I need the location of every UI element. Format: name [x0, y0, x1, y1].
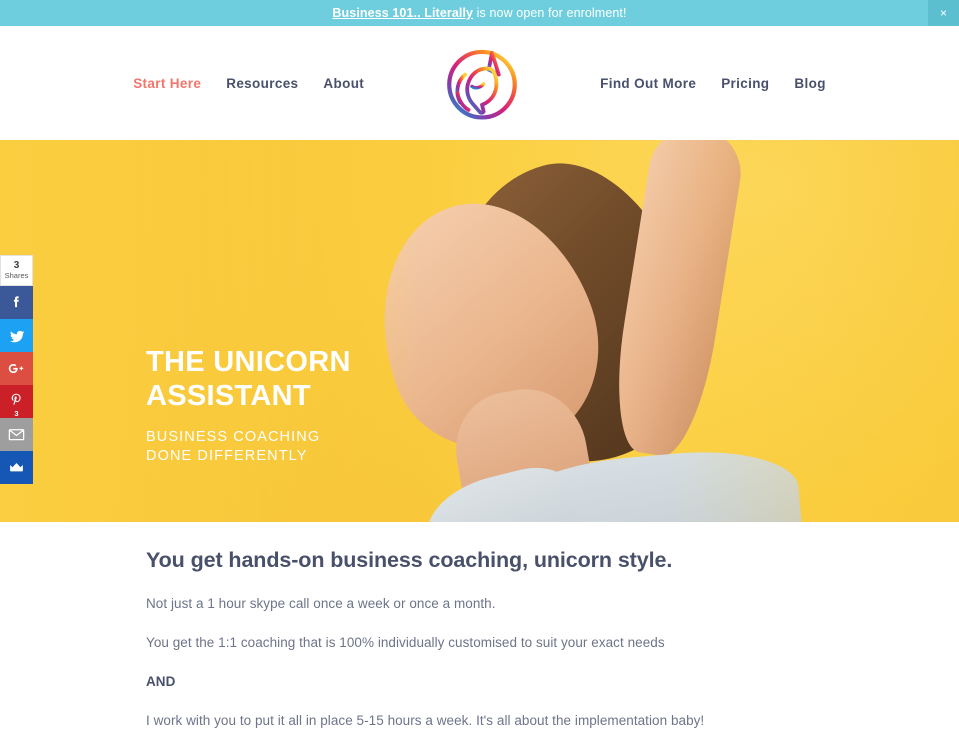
primary-nav-left: Start Here Resources About [133, 76, 364, 91]
share-button-twitter[interactable] [0, 319, 33, 352]
hero-section: THE UNICORN ASSISTANT BUSINESS COACHING … [0, 140, 959, 522]
nav-item-resources[interactable]: Resources [226, 76, 298, 91]
google-plus-icon [7, 359, 26, 378]
email-icon [7, 425, 26, 444]
hero-subtitle: BUSINESS COACHING DONE DIFFERENTLY [146, 428, 320, 467]
share-count-number: 3 [13, 260, 20, 272]
content-paragraph-4: I work with you to put it all in place 5… [146, 712, 705, 728]
crown-icon [8, 459, 25, 476]
page-root: Business 101.. Literally is now open for… [0, 0, 959, 734]
unicorn-logo[interactable] [439, 40, 525, 126]
share-count-label: Shares [4, 271, 29, 281]
hero-photo [0, 140, 959, 522]
pinterest-share-count: 3 [14, 408, 19, 418]
nav-item-about[interactable]: About [323, 76, 364, 91]
hero-subtitle-line-1: BUSINESS COACHING [146, 429, 321, 445]
content-paragraph-2: You get the 1:1 coaching that is 100% in… [146, 634, 665, 650]
share-button-facebook[interactable] [0, 286, 33, 319]
share-button-google-plus[interactable] [0, 352, 33, 385]
social-share-rail: 3 Shares 3 [0, 255, 33, 484]
hero-title: THE UNICORN ASSISTANT [146, 346, 351, 414]
twitter-icon [8, 327, 26, 345]
hero-overlay [0, 140, 959, 522]
nav-item-find-out-more[interactable]: Find Out More [600, 76, 696, 91]
main-content: You get hands-on business coaching, unic… [0, 522, 959, 734]
nav-item-pricing[interactable]: Pricing [721, 76, 769, 91]
announcement-bar: Business 101.. Literally is now open for… [0, 0, 959, 26]
announcement-close-button[interactable]: × [928, 0, 959, 26]
hero-title-line-2: ASSISTANT [146, 379, 311, 412]
content-heading: You get hands-on business coaching, unic… [146, 548, 673, 572]
hero-title-line-1: THE UNICORN [146, 346, 351, 378]
site-header: Start Here Resources About Find Out More… [0, 26, 959, 140]
announcement-text: Business 101.. Literally is now open for… [332, 6, 626, 20]
primary-nav-right: Find Out More Pricing Blog [600, 76, 826, 91]
content-paragraph-1: Not just a 1 hour skype call once a week… [146, 596, 496, 611]
facebook-icon [8, 294, 25, 311]
hero-subtitle-line-2: DONE DIFFERENTLY [146, 448, 308, 465]
nav-item-blog[interactable]: Blog [794, 76, 825, 91]
content-paragraph-3: AND [146, 673, 176, 689]
pinterest-icon: 3 [9, 392, 25, 417]
share-button-mix[interactable] [0, 451, 33, 484]
share-button-email[interactable] [0, 418, 33, 451]
share-button-pinterest[interactable]: 3 [0, 385, 33, 418]
announcement-link[interactable]: Business 101.. Literally [332, 6, 473, 20]
nav-item-start-here[interactable]: Start Here [133, 76, 201, 91]
announcement-rest-text: is now open for enrolment! [473, 6, 627, 20]
share-count-box: 3 Shares [0, 255, 33, 286]
